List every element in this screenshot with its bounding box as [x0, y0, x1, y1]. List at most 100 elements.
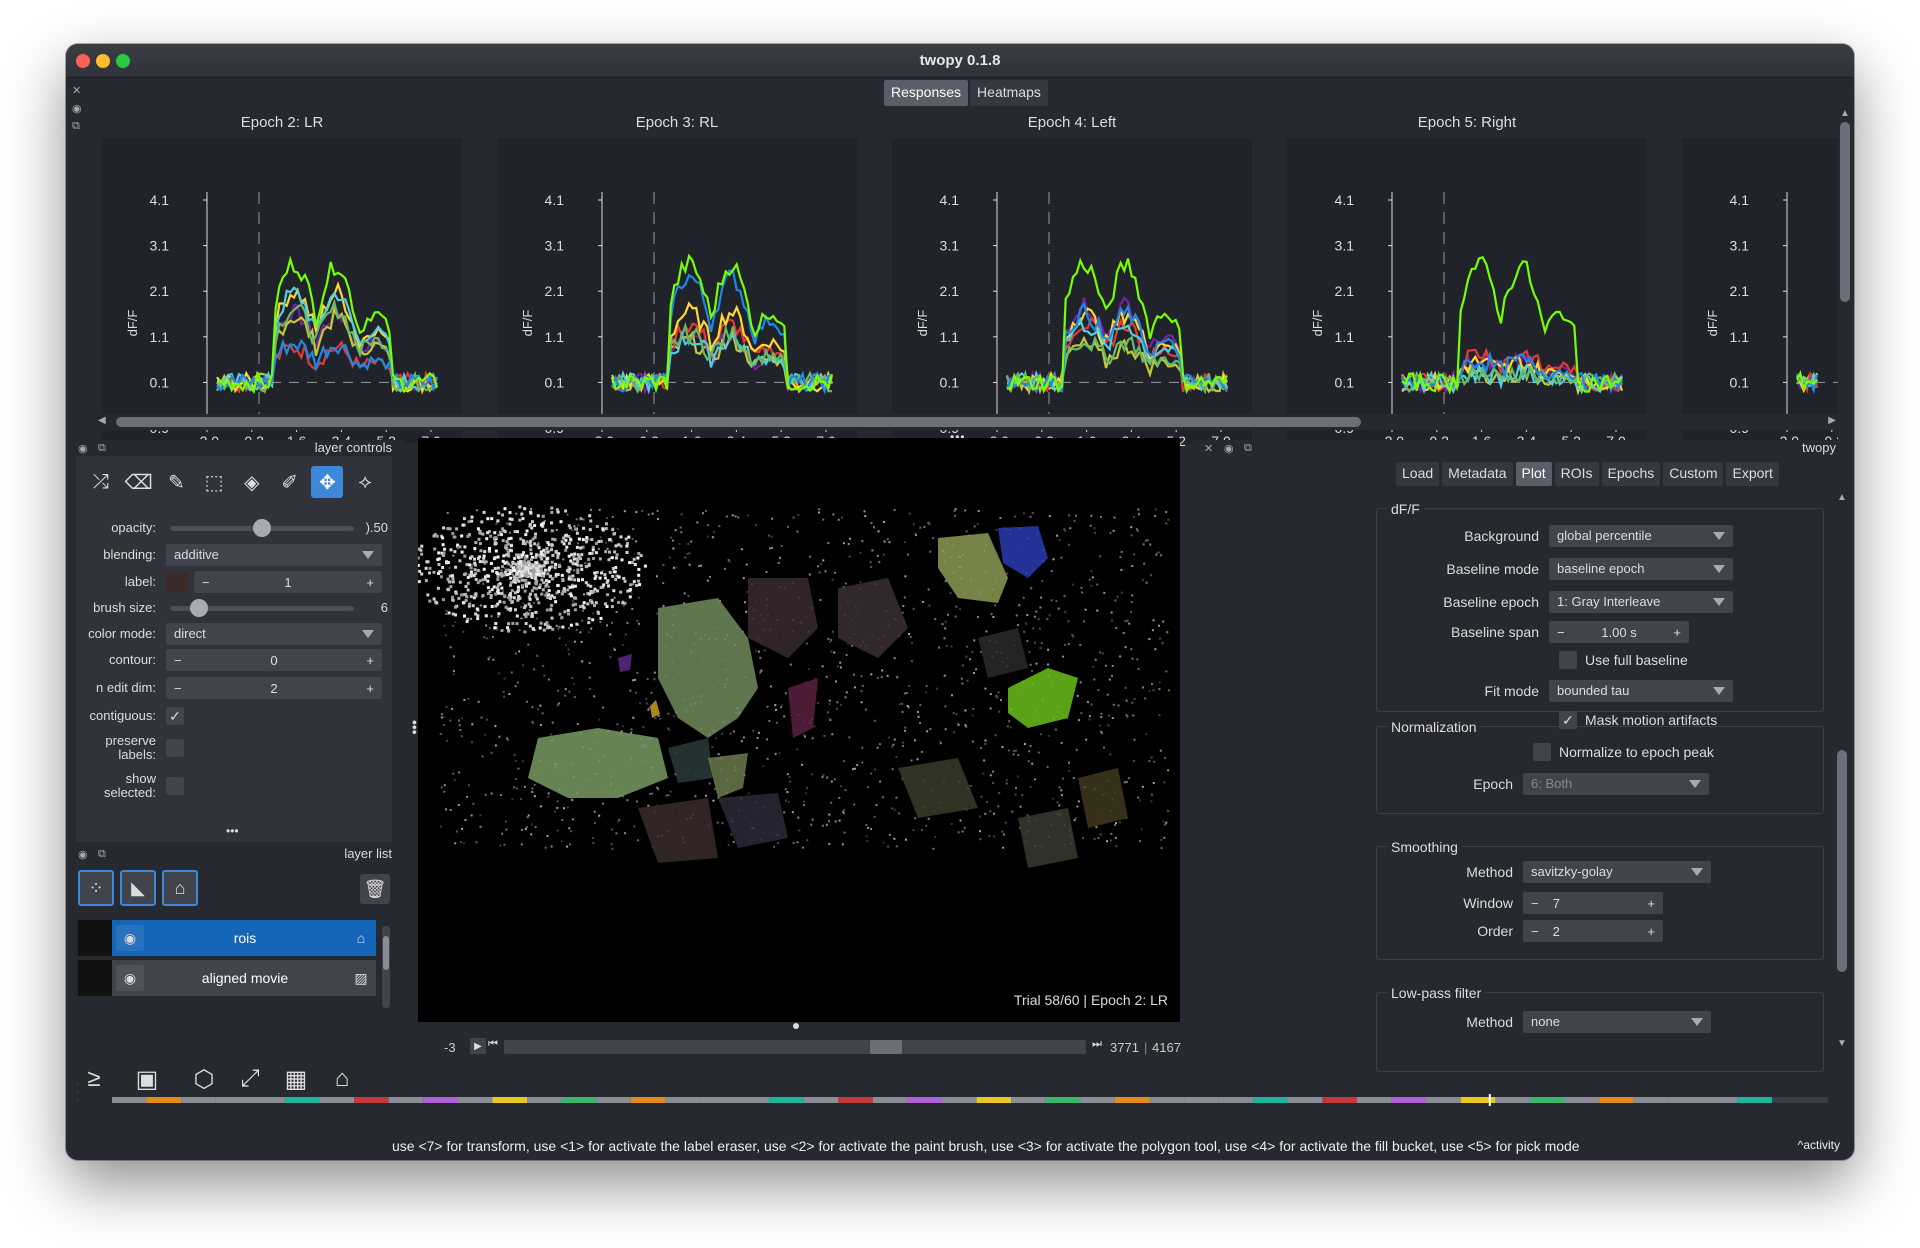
n-edit-dim-spinbox[interactable]: −2 + [166, 677, 382, 699]
hide-dock-icon[interactable]: ◉ [72, 102, 82, 115]
dims-slider-handle[interactable] [869, 1040, 902, 1054]
smoothing-order-spinbox[interactable]: −2 + [1523, 920, 1663, 942]
roi-region[interactable] [748, 578, 818, 658]
plot-vscroll-handle[interactable] [1840, 122, 1850, 302]
canvas-resize-handle[interactable] [793, 1023, 799, 1029]
step-forward-icon[interactable]: ⏭ [1092, 1038, 1102, 1051]
tab-custom[interactable]: Custom [1663, 462, 1724, 486]
float-dock-icon[interactable]: ⧉ [72, 120, 80, 133]
grid-view-icon[interactable]: ▦ [278, 1062, 314, 1096]
plus-icon[interactable]: + [366, 575, 374, 590]
console-icon[interactable]: ≥ [76, 1062, 112, 1096]
brush-size-slider[interactable]: 6 [166, 596, 392, 620]
left-splitter-handle[interactable]: ••• [407, 720, 423, 735]
blending-select[interactable]: additive [166, 544, 382, 566]
activity-button[interactable]: ^activity [1798, 1138, 1840, 1152]
plot-settings-scrollbar[interactable]: ▲ ▼ [1836, 492, 1848, 1052]
minus-icon[interactable]: − [1557, 625, 1565, 640]
responses-plot-area[interactable]: Epoch 2: LRdF/F4.13.12.11.10.1-0.9-2.0-0… [90, 108, 1840, 453]
contour-spinbox[interactable]: −0 + [166, 649, 382, 671]
roi-region[interactable] [898, 758, 978, 818]
hide-panel-icon[interactable]: ◉ [1224, 442, 1234, 455]
roi-region[interactable] [788, 678, 818, 738]
opacity-slider[interactable]: ).50 [166, 516, 392, 540]
tab-rois[interactable]: ROIs [1554, 462, 1599, 486]
image-canvas[interactable]: Trial 58/60 | Epoch 2: LR [418, 438, 1180, 1022]
contiguous-checkbox[interactable]: ✓ [166, 707, 184, 725]
plus-icon[interactable]: + [1673, 625, 1681, 640]
baseline-epoch-select[interactable]: 1: Gray Interleave [1549, 591, 1733, 613]
roi-region[interactable] [998, 526, 1048, 578]
new-labels-layer-icon[interactable]: ⌂ [162, 870, 198, 906]
smoothing-window-spinbox[interactable]: −7 + [1523, 892, 1663, 914]
fit-mode-select[interactable]: bounded tau [1549, 680, 1733, 702]
label-color-swatch[interactable] [166, 572, 188, 592]
home-icon[interactable]: ⌂ [324, 1062, 360, 1096]
minus-icon[interactable]: − [174, 681, 182, 696]
roi-region[interactable] [638, 798, 718, 863]
minus-icon[interactable]: − [202, 575, 210, 590]
transpose-icon[interactable]: ⤢ [232, 1062, 268, 1096]
roi-region[interactable] [978, 628, 1028, 678]
smoothing-method-select[interactable]: savitzky-golay [1523, 861, 1711, 883]
paint-brush-icon[interactable]: ✎ [160, 466, 192, 498]
panel-splitter-handle[interactable]: ••• [226, 824, 239, 838]
dock-tab-heatmaps[interactable]: Heatmaps [970, 80, 1048, 106]
normalize-peak-checkbox[interactable] [1533, 743, 1551, 761]
play-icon[interactable]: ▶ [470, 1038, 486, 1054]
plus-icon[interactable]: + [366, 681, 374, 696]
layer-list-scrollbar[interactable] [382, 926, 390, 1008]
preserve-labels-checkbox[interactable] [166, 739, 184, 757]
new-points-layer-icon[interactable]: ⁘ [78, 870, 114, 906]
roi-region[interactable] [668, 738, 713, 783]
show-selected-checkbox[interactable] [166, 777, 184, 795]
scroll-left-icon[interactable]: ◀ [98, 415, 106, 426]
tab-metadata[interactable]: Metadata [1442, 462, 1513, 486]
roi-region[interactable] [1018, 808, 1078, 868]
tab-plot[interactable]: Plot [1515, 462, 1552, 486]
plus-icon[interactable]: + [1647, 896, 1655, 911]
roi-region[interactable] [718, 793, 788, 848]
minus-icon[interactable]: − [174, 653, 182, 668]
label-spinbox[interactable]: −1 + [194, 571, 382, 593]
color-mode-select[interactable]: direct [166, 623, 382, 645]
delete-layer-icon[interactable]: 🗑 [360, 874, 390, 904]
roi-region[interactable] [708, 753, 748, 798]
layer-item-rois[interactable]: ◉ rois ⌂ [78, 920, 376, 956]
tab-load[interactable]: Load [1396, 462, 1440, 486]
opacity-slider-knob[interactable] [253, 519, 271, 537]
shuffle-icon[interactable]: ⤮ [85, 466, 117, 498]
minus-icon[interactable]: − [1531, 924, 1539, 939]
roi-region[interactable] [1078, 768, 1128, 828]
eye-icon[interactable]: ◉ [116, 925, 144, 951]
polygon-icon[interactable]: ⬚ [198, 466, 230, 498]
plus-icon[interactable]: + [1647, 924, 1655, 939]
color-picker-icon[interactable]: ✐ [274, 466, 306, 498]
layer-item-aligned-movie[interactable]: ◉ aligned movie ▨ [78, 960, 376, 996]
roll-dims-icon[interactable]: ⬡ [186, 1062, 222, 1096]
timeline-handle[interactable]: · · · [76, 1080, 79, 1104]
baseline-span-spinbox[interactable]: −1.00 s + [1549, 621, 1689, 643]
plot-horizontal-scrollbar[interactable]: ◀ ▶ [98, 414, 1838, 430]
fill-bucket-icon[interactable]: ◈ [236, 466, 268, 498]
layer-list-scroll-handle[interactable] [383, 936, 389, 970]
float-panel-icon[interactable]: ⧉ [98, 442, 106, 455]
float-panel-icon[interactable]: ⧉ [1244, 442, 1252, 455]
minus-icon[interactable]: − [1531, 896, 1539, 911]
plot-hscroll-handle[interactable] [116, 417, 1361, 427]
use-full-baseline-checkbox[interactable] [1559, 651, 1577, 669]
scroll-up-icon[interactable]: ▲ [1840, 108, 1850, 119]
eraser-icon[interactable]: ⌫ [123, 466, 155, 498]
close-panel-icon[interactable]: ✕ [1204, 442, 1213, 455]
norm-epoch-select[interactable]: 6: Both [1523, 773, 1709, 795]
hide-panel-icon[interactable]: ◉ [78, 848, 88, 861]
scroll-up-icon[interactable]: ▲ [1837, 492, 1847, 503]
dims-slider-track[interactable] [504, 1040, 1086, 1054]
plus-icon[interactable]: + [366, 653, 374, 668]
eye-icon[interactable]: ◉ [116, 965, 144, 991]
brush-size-slider-knob[interactable] [189, 599, 208, 617]
tab-export[interactable]: Export [1726, 462, 1779, 486]
roi-region[interactable] [618, 654, 632, 672]
roi-region[interactable] [1008, 668, 1078, 728]
transform-icon[interactable]: ⟡ [349, 466, 381, 498]
